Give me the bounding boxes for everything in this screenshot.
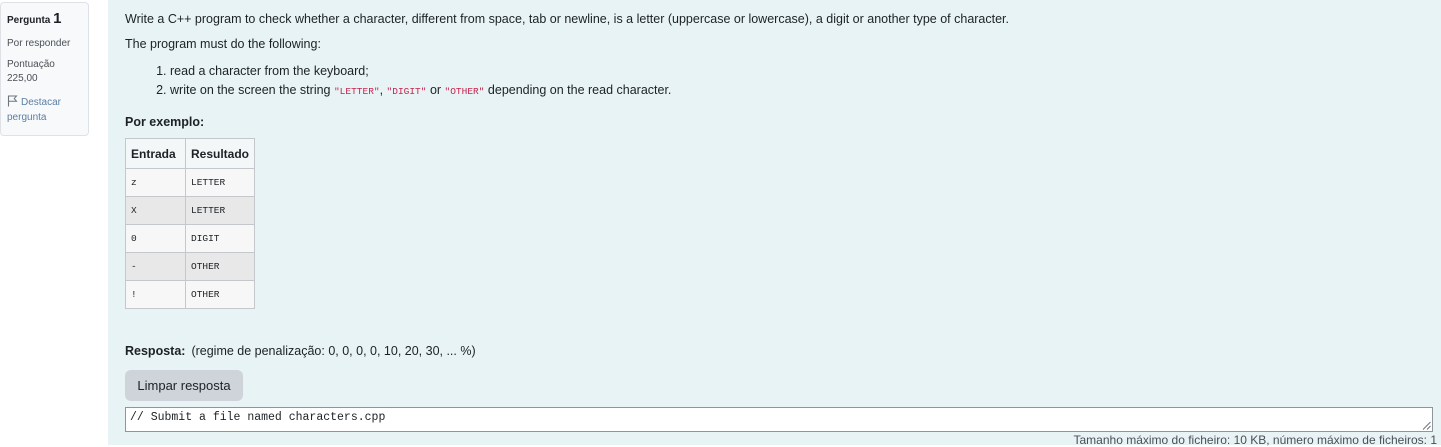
clear-answer-button[interactable]: Limpar resposta: [125, 370, 243, 401]
input-cell: 0: [125, 224, 186, 253]
answer-label: Resposta: (regime de penalização: 0, 0, 0…: [125, 344, 476, 358]
grade-value: 225,00: [7, 73, 38, 84]
grade-label: Pontuação: [7, 59, 55, 70]
step2-text: write on the screen the string: [170, 83, 334, 97]
column-header-input: Entrada: [125, 138, 186, 169]
input-cell: -: [125, 252, 186, 281]
table-header-row: Entrada Resultado: [125, 138, 256, 169]
flag-question-link[interactable]: Destacar pergunta: [7, 95, 82, 125]
flag-icon: [7, 95, 18, 107]
result-cell: DIGIT: [184, 224, 256, 253]
separator: or: [426, 83, 445, 97]
resize-grip-icon[interactable]: [1422, 421, 1431, 430]
question-number: 1: [53, 10, 62, 27]
question-info-panel: Pergunta 1 Por responder Pontuação 225,0…: [0, 2, 89, 136]
example-title: Por exemplo:: [125, 115, 205, 129]
column-header-result: Resultado: [184, 138, 256, 169]
keyword-digit: "DIGIT": [386, 86, 427, 97]
step-item: write on the screen the string "LETTER",…: [170, 81, 1009, 101]
question-must-do: The program must do the following:: [125, 37, 321, 51]
example-table: Entrada Resultado z LETTER X LETTER 0 DI…: [125, 138, 256, 309]
question-number-heading: Pergunta 1: [7, 10, 82, 27]
input-cell: !: [125, 280, 186, 309]
table-row: 0 DIGIT: [125, 224, 256, 253]
result-cell: OTHER: [184, 252, 256, 281]
question-prefix: Pergunta: [7, 15, 51, 26]
question-grade: Pontuação 225,00: [7, 58, 82, 86]
answer-editor[interactable]: // Submit a file named characters.cpp: [125, 407, 1433, 432]
table-row: ! OTHER: [125, 280, 256, 309]
input-cell: z: [125, 168, 186, 197]
table-row: X LETTER: [125, 196, 256, 225]
keyword-other: "OTHER": [444, 86, 485, 97]
table-row: z LETTER: [125, 168, 256, 197]
result-cell: LETTER: [184, 196, 256, 225]
question-content: Write a C++ program to check whether a c…: [108, 0, 1441, 447]
question-text: Write a C++ program to check whether a c…: [125, 12, 1009, 101]
steps-list: read a character from the keyboard; writ…: [125, 62, 1009, 101]
answer-label-text: Resposta:: [125, 344, 186, 358]
table-row: - OTHER: [125, 252, 256, 281]
question-intro: Write a C++ program to check whether a c…: [125, 12, 1010, 26]
step-item: read a character from the keyboard;: [170, 62, 1009, 81]
result-cell: LETTER: [184, 168, 256, 197]
question-state: Por responder: [7, 38, 71, 49]
keyword-letter: "LETTER": [333, 86, 380, 97]
input-cell: X: [125, 196, 186, 225]
separator: ,: [379, 83, 387, 97]
penalty-regime: (regime de penalização: 0, 0, 0, 0, 10, …: [191, 344, 476, 358]
result-cell: OTHER: [184, 280, 256, 309]
step2-text-end: depending on the read character.: [484, 83, 672, 97]
